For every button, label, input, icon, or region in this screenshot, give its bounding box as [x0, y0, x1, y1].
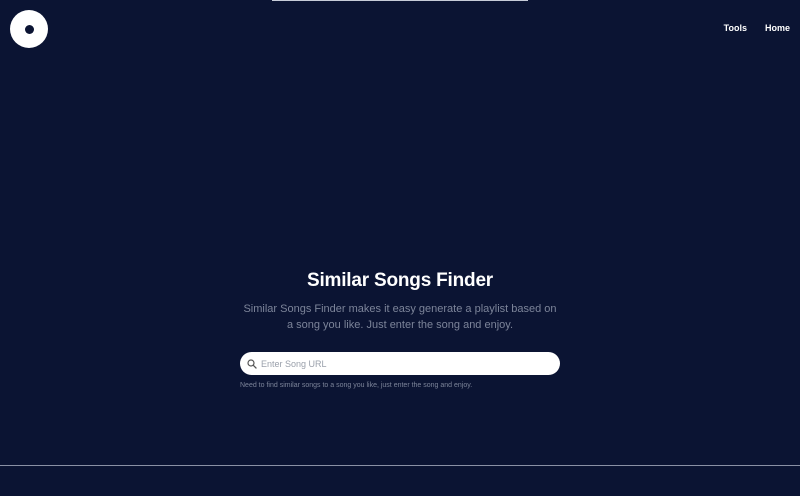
nav-link-tools[interactable]: Tools	[724, 23, 747, 34]
top-divider	[272, 0, 528, 1]
nav-link-home[interactable]: Home	[765, 23, 790, 34]
main-nav: Tools Home	[724, 23, 790, 34]
search-bar[interactable]	[240, 352, 560, 375]
page-title: Similar Songs Finder	[306, 270, 494, 291]
song-url-input[interactable]	[261, 358, 551, 369]
hero: Similar Songs Finder Similar Songs Finde…	[240, 266, 560, 333]
footer-divider	[0, 465, 800, 466]
logo[interactable]	[10, 10, 48, 48]
helper-text: Need to find similar songs to a song you…	[240, 382, 473, 389]
logo-dot-icon	[24, 24, 34, 34]
search-icon	[247, 358, 257, 369]
page-subtitle: Similar Songs Finder makes it easy gener…	[243, 303, 557, 331]
